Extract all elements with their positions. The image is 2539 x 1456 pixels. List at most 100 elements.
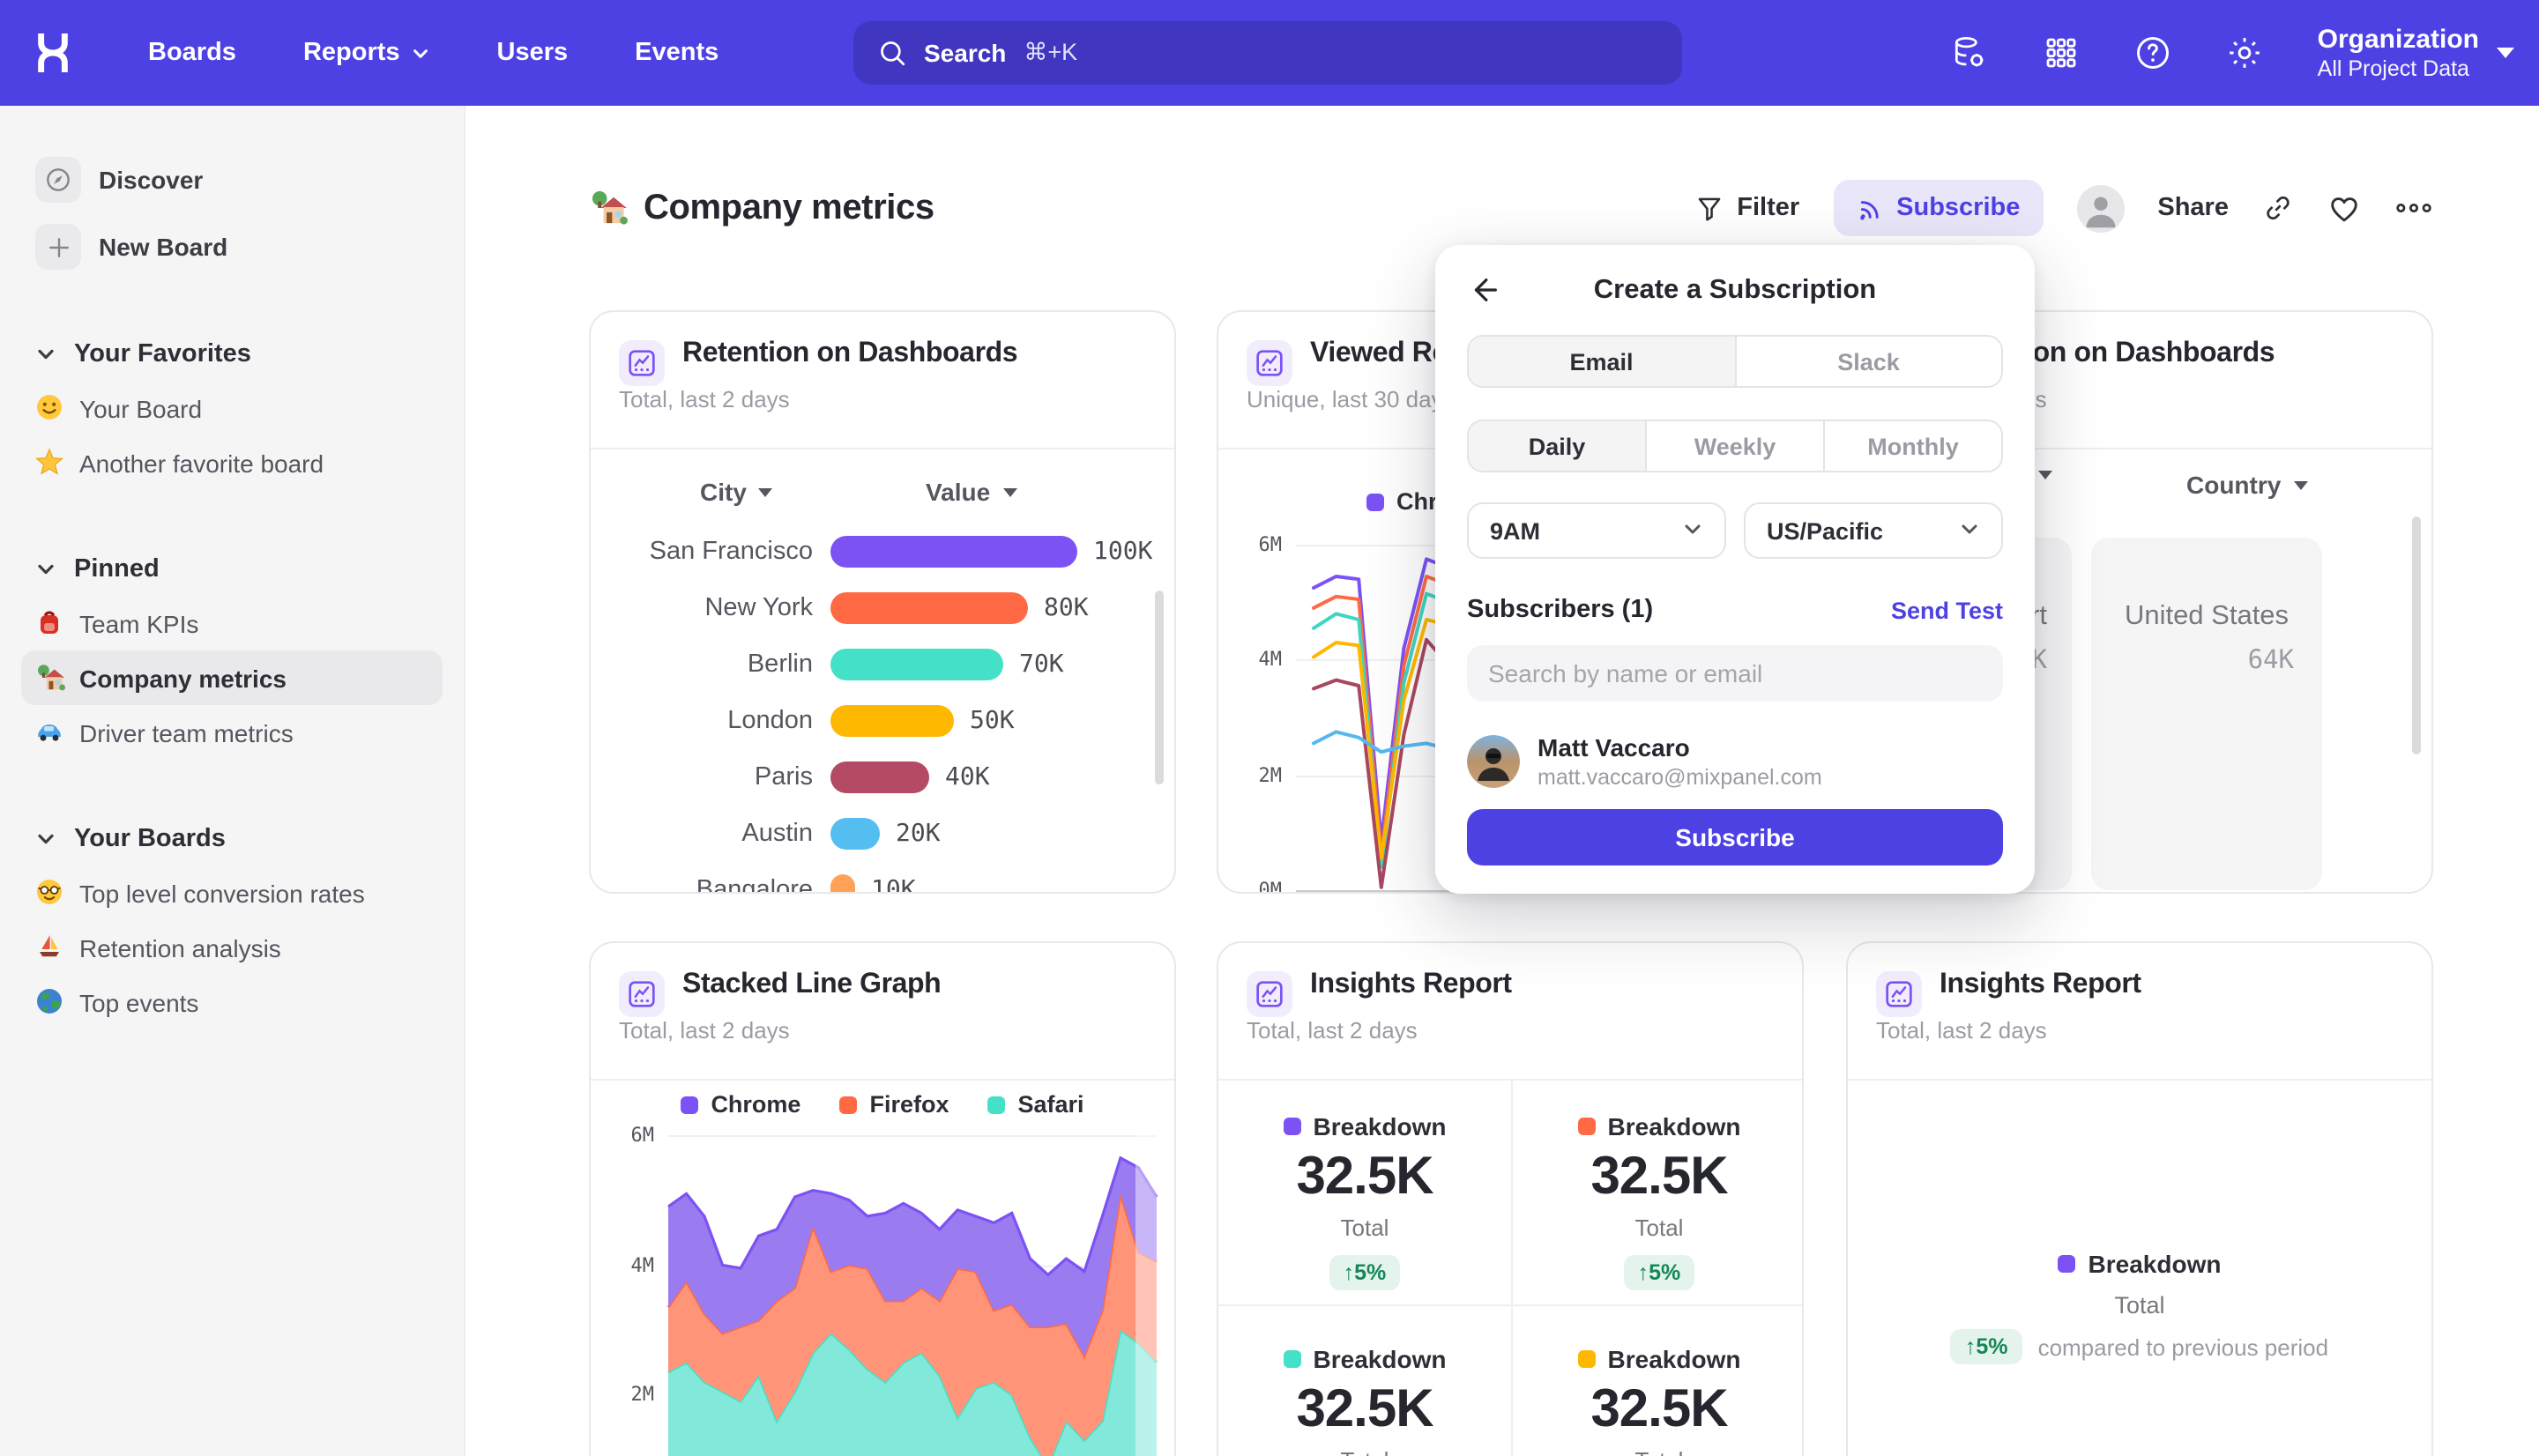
filter-label: Filter	[1737, 194, 1799, 222]
modal-subscribe-button[interactable]: Subscribe	[1467, 809, 2003, 865]
line-chart-icon	[1876, 971, 1922, 1017]
metric-tile-4[interactable]: Breakdown32.5KTotal↑5%	[1513, 1345, 1804, 1456]
bar[interactable]	[830, 874, 855, 894]
sidebar-item-company-metrics[interactable]: Company metrics	[21, 650, 443, 705]
header-actions: Filter Subscribe Share	[1694, 180, 2433, 236]
nav-link-boards[interactable]: Boards	[148, 39, 236, 67]
sidebar-item-label: New Board	[99, 233, 227, 261]
more-options-icon[interactable]	[2394, 192, 2433, 224]
metric-tile-1[interactable]: Breakdown32.5KTotal↑5%	[1218, 1112, 1511, 1290]
subscriber-search-field[interactable]	[1488, 659, 1982, 687]
column-sort-hidden[interactable]	[2038, 471, 2052, 479]
tab-weekly[interactable]: Weekly	[1645, 421, 1823, 471]
metric-label: Breakdown	[1314, 1112, 1447, 1140]
create-subscription-modal: Create a Subscription Email Slack Daily …	[1435, 245, 2035, 894]
bar-row-san-francisco: San Francisco100K	[591, 524, 1174, 580]
time-select[interactable]: 9AM	[1467, 502, 1726, 559]
sidebar-item-retention-analysis[interactable]: Retention analysis	[21, 920, 443, 975]
metric-caption: Total	[1848, 1292, 2431, 1319]
bar-row-austin: Austin20K	[591, 806, 1174, 862]
schedule-row: 9AM US/Pacific	[1467, 502, 2003, 559]
tab-monthly[interactable]: Monthly	[1823, 421, 2001, 471]
user-avatar[interactable]	[2076, 184, 2124, 232]
table-header: City Value	[591, 464, 1174, 524]
timezone-select[interactable]: US/Pacific	[1744, 502, 2003, 559]
tab-email[interactable]: Email	[1469, 337, 1734, 386]
country-tile-united-states[interactable]: United States 64K	[2091, 538, 2322, 890]
subscriber-search-input[interactable]	[1467, 645, 2003, 702]
bar[interactable]	[830, 649, 1003, 680]
column-sort-city[interactable]: City	[700, 478, 773, 506]
column-sort-value[interactable]: Value	[926, 478, 1016, 506]
metric-tile-3[interactable]: Breakdown32.5KTotal↑5%	[1218, 1345, 1511, 1456]
nav-link-reports[interactable]: Reports	[303, 39, 430, 67]
org-project-switcher[interactable]: Organization All Project Data	[2318, 24, 2514, 82]
stacked-series	[591, 1081, 1176, 1456]
settings-icon[interactable]	[2226, 33, 2265, 72]
bar-city-label: London	[591, 707, 813, 735]
sort-arrow-icon	[1002, 487, 1016, 496]
sidebar-item-top-level-conversion-rates[interactable]: Top level conversion rates	[21, 865, 443, 920]
sort-arrow-icon	[759, 487, 773, 496]
sidebar-item-top-events[interactable]: Top events	[21, 975, 443, 1029]
help-icon[interactable]	[2134, 33, 2173, 72]
sidebar-item-discover[interactable]: Discover	[21, 152, 443, 208]
chevron-down-icon	[35, 828, 56, 850]
apps-grid-icon[interactable]	[2043, 33, 2081, 72]
bar-row-paris: Paris40K	[591, 749, 1174, 806]
scrollbar-thumb[interactable]	[2412, 516, 2421, 754]
share-label: Share	[2157, 194, 2229, 222]
sidebar-item-team-kpis[interactable]: Team KPIs	[21, 596, 443, 650]
sidebar-section-header-your-boards[interactable]: Your Boards	[21, 813, 443, 865]
bar[interactable]	[830, 761, 929, 793]
sidebar-item-label: Team KPIs	[79, 609, 198, 637]
sidebar-item-driver-team-metrics[interactable]: Driver team metrics	[21, 705, 443, 760]
card-subtitle: Total, last 2 days	[1876, 1017, 2403, 1044]
filter-button[interactable]: Filter	[1694, 193, 1799, 223]
bar-city-label: Paris	[591, 763, 813, 791]
bar[interactable]	[830, 818, 880, 850]
data-management-icon[interactable]	[1951, 33, 1990, 72]
subscribe-button[interactable]: Subscribe	[1833, 180, 2043, 236]
copy-link-icon[interactable]	[2262, 192, 2294, 224]
scrollbar-thumb[interactable]	[1155, 591, 1164, 784]
metric-legend: Breakdown	[1218, 1345, 1511, 1373]
bar-row-london: London50K	[591, 693, 1174, 749]
card-stacked-line-graph: Stacked Line Graph Total, last 2 days Ch…	[589, 941, 1176, 1456]
send-test-link[interactable]: Send Test	[1891, 597, 2003, 623]
card-header: Insights Report Total, last 2 days	[1218, 943, 1802, 1081]
subscriber-name: Matt Vaccaro	[1538, 733, 1822, 761]
metric-single: Breakdown Total ↑5% compared to previous…	[1848, 1081, 2431, 1456]
tile-value: 64K	[2091, 647, 2322, 675]
legend-color-swatch	[1284, 1118, 1301, 1135]
metric-caption: Total	[1218, 1215, 1511, 1241]
bar[interactable]	[830, 536, 1077, 568]
bar[interactable]	[830, 592, 1028, 624]
global-search-input[interactable]: Search ⌘+K	[853, 21, 1682, 85]
sidebar-section-header-pinned[interactable]: Pinned	[21, 543, 443, 596]
mixpanel-logo[interactable]	[0, 30, 106, 76]
sidebar-item-your-board[interactable]: Your Board	[21, 381, 443, 435]
favorite-heart-icon[interactable]	[2327, 191, 2361, 225]
sidebar-item-new-board[interactable]: New Board	[21, 219, 443, 275]
column-sort-country[interactable]: Country	[2186, 471, 2307, 499]
nav-link-events[interactable]: Events	[635, 39, 719, 67]
line-chart-icon	[1247, 971, 1292, 1017]
card-title: Retention on Dashboards	[682, 338, 1146, 370]
sidebar-item-another-favorite-board[interactable]: Another favorite board	[21, 435, 443, 490]
tab-daily[interactable]: Daily	[1469, 421, 1645, 471]
metric-tile-2[interactable]: Breakdown32.5KTotal↑5%	[1513, 1112, 1804, 1290]
bar-city-label: Austin	[591, 820, 813, 848]
share-button[interactable]: Share	[2157, 194, 2229, 222]
back-arrow-icon[interactable]	[1467, 273, 1502, 308]
nav-link-users[interactable]: Users	[497, 39, 569, 67]
sidebar-section-header-your-favorites[interactable]: Your Favorites	[21, 328, 443, 381]
page-title: Company metrics	[589, 188, 934, 228]
metric-value: 32.5K	[1218, 1148, 1511, 1207]
tab-slack[interactable]: Slack	[1734, 337, 2001, 386]
subscriber-list-item[interactable]: Matt Vaccaro matt.vaccaro@mixpanel.com	[1467, 733, 2003, 790]
stacked-area-chart: ChromeFirefoxSafari 6M4M2M0M	[591, 1081, 1174, 1456]
bar[interactable]	[830, 705, 954, 737]
metric-caption: Total	[1218, 1447, 1511, 1456]
card-subtitle: Total, last 2 days	[619, 1017, 1146, 1044]
